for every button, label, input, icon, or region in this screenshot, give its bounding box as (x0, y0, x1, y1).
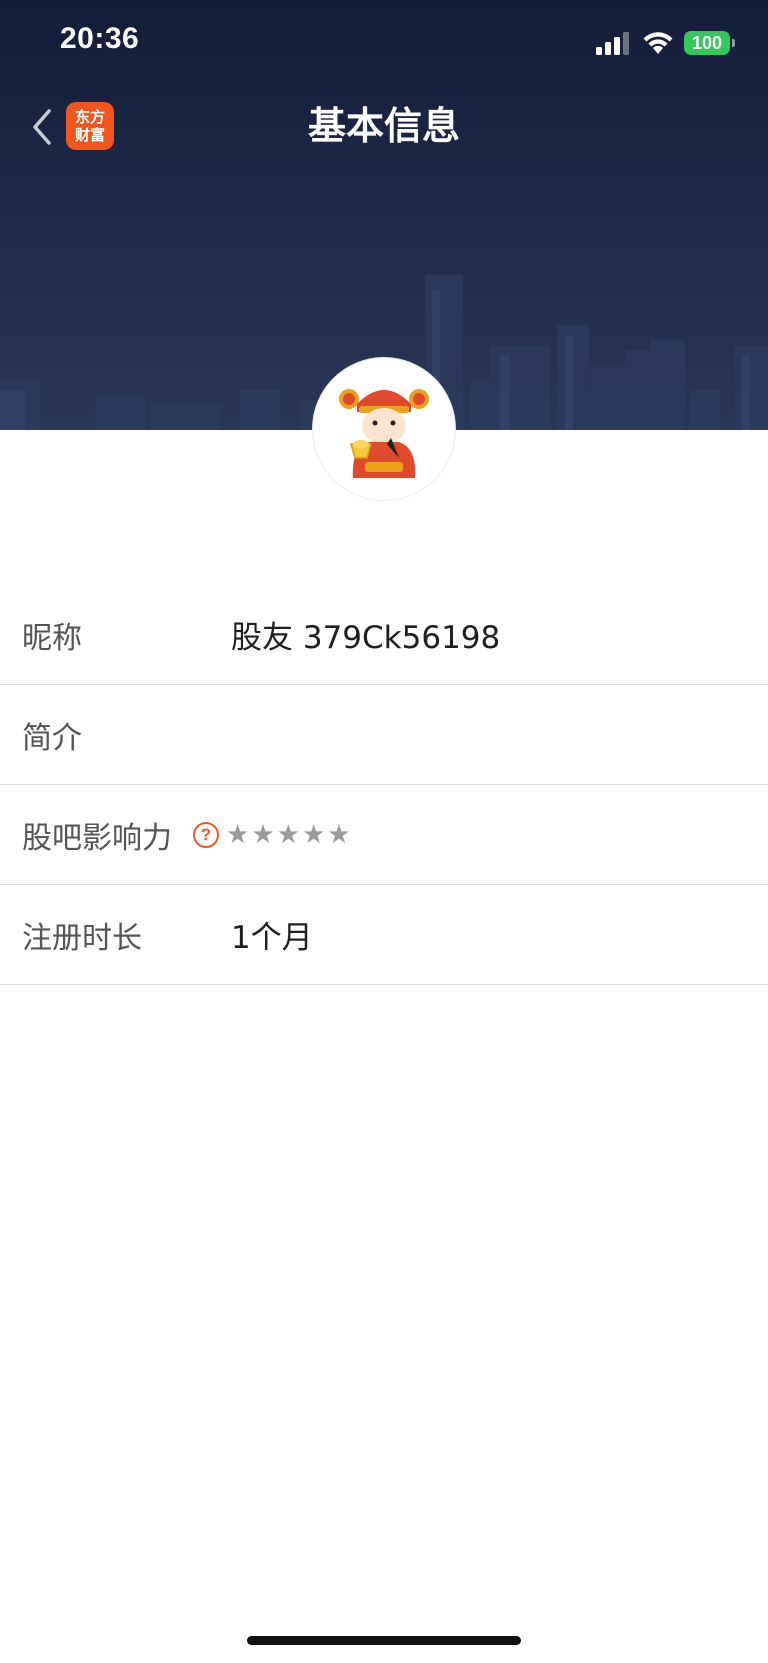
app-logo-line2: 财富 (74, 126, 105, 144)
avatar[interactable] (313, 358, 455, 500)
nickname-row[interactable]: 昵称 股友 379Ck56198 (0, 585, 768, 685)
wifi-icon (643, 32, 673, 54)
signal-icon (596, 32, 629, 55)
star-icon: ★ (226, 819, 250, 850)
back-button[interactable] (22, 102, 62, 152)
info-list: 昵称 股友 379Ck56198 简介 股吧影响力 ? ★ ★ ★ ★ ★ 注册… (0, 585, 768, 985)
bio-row[interactable]: 简介 (0, 685, 768, 785)
influence-label: 股吧影响力 (22, 820, 172, 856)
registration-duration-value: 1个月 (231, 920, 313, 956)
influence-stars: ★ ★ ★ ★ ★ (226, 820, 351, 850)
home-indicator[interactable] (247, 1636, 521, 1645)
registration-duration-label: 注册时长 (22, 920, 142, 956)
bio-label: 简介 (22, 720, 82, 756)
nickname-value: 股友 379Ck56198 (231, 620, 501, 656)
star-icon: ★ (251, 819, 275, 850)
influence-row: 股吧影响力 ? ★ ★ ★ ★ ★ (0, 785, 768, 885)
chevron-left-icon (33, 109, 51, 145)
star-icon: ★ (327, 819, 351, 850)
status-time: 20:36 (60, 22, 140, 55)
status-icons: 100 (596, 26, 735, 60)
star-icon: ★ (301, 819, 326, 850)
battery-icon: 100 (684, 31, 735, 55)
fortune-god-avatar-icon (339, 389, 429, 478)
registration-duration-row: 注册时长 1个月 (0, 885, 768, 985)
app-logo[interactable]: 东方 财富 (66, 102, 114, 150)
page-title: 基本信息 (307, 104, 460, 148)
nickname-label: 昵称 (22, 620, 82, 656)
star-icon: ★ (276, 819, 300, 850)
profile-basic-info-screen: 20:36 100 东方 财富 基本信息 昵称 股友 379Ck56198 简介… (0, 0, 768, 1663)
help-icon[interactable]: ? (193, 821, 219, 848)
app-logo-line1: 东方 (74, 108, 105, 126)
